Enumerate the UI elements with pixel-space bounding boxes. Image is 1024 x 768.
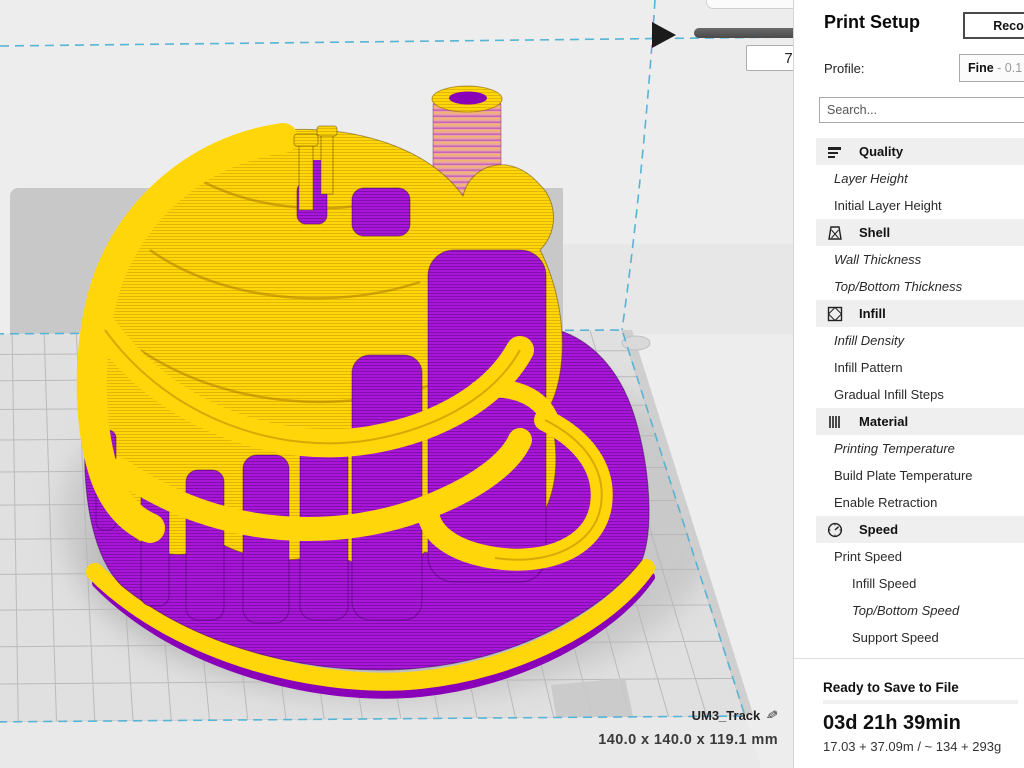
- setting-label: Gradual Infill Steps: [834, 387, 944, 402]
- panel-title: Print Setup: [824, 12, 920, 33]
- setting-label: Infill Density: [834, 333, 904, 348]
- profile-label: Profile:: [824, 61, 864, 76]
- model-name[interactable]: UM3_Track: [692, 708, 761, 723]
- setting-label: Layer Height: [834, 171, 908, 186]
- category-header-quality[interactable]: Quality: [816, 138, 1024, 165]
- setting-label: Printing Temperature: [834, 441, 955, 456]
- layer-slider[interactable]: [694, 28, 806, 38]
- setting-item-top-bottom-thickness[interactable]: Top/Bottom Thickness: [794, 273, 1024, 300]
- setting-item-print-speed[interactable]: Print Speed: [794, 543, 1024, 570]
- category-header-speed[interactable]: Speed: [816, 516, 1024, 543]
- pencil-icon[interactable]: ✎: [765, 707, 780, 725]
- scene-canvas: [0, 0, 793, 768]
- setting-item-top-bottom-speed[interactable]: Top/Bottom Speed: [794, 597, 1024, 624]
- model-dimensions: 140.0 x 140.0 x 119.1 mm: [420, 732, 778, 748]
- cura-print-setup-screen: { "colors": { "accent_blue": "#56b4d4", …: [0, 0, 1024, 768]
- setting-item-build-plate-temperature[interactable]: Build Plate Temperature: [794, 462, 1024, 489]
- setting-label: Build Plate Temperature: [834, 468, 973, 483]
- setting-item-layer-height[interactable]: Layer Height: [794, 165, 1024, 192]
- model-preview[interactable]: [84, 86, 650, 694]
- setting-label: Infill Speed: [852, 576, 916, 591]
- setting-label: Top/Bottom Speed: [852, 603, 959, 618]
- category-label: Shell: [859, 225, 890, 240]
- settings-list: Quality Layer Height Initial Layer Height S…: [794, 138, 1024, 651]
- setting-label: Infill Pattern: [834, 360, 903, 375]
- category-header-material[interactable]: Material: [816, 408, 1024, 435]
- category-header-infill[interactable]: Infill: [816, 300, 1024, 327]
- category-header-shell[interactable]: Shell: [816, 219, 1024, 246]
- progress-strip: [823, 700, 1018, 704]
- setting-item-printing-temperature[interactable]: Printing Temperature: [794, 435, 1024, 462]
- viewport-3d[interactable]: 79 UM3_Track✎ 140.0 x 140.0 x 119.1 mm: [0, 0, 793, 768]
- category-label: Infill: [859, 306, 886, 321]
- model-caption: UM3_Track ✎ 140.0 x 140.0 x 119.1 mm: [420, 708, 778, 748]
- setting-label: Initial Layer Height: [834, 198, 942, 213]
- setting-item-infill-density[interactable]: Infill Density: [794, 327, 1024, 354]
- setting-label: Enable Retraction: [834, 495, 937, 510]
- profile-value: Fine: [968, 61, 994, 75]
- setting-item-infill-pattern[interactable]: Infill Pattern: [794, 354, 1024, 381]
- speed-icon: [827, 522, 843, 538]
- search-input[interactable]: Search...: [819, 97, 1024, 123]
- material-estimate: 17.03 + 37.09m / ~ 134 + 293g: [823, 739, 1001, 754]
- profile-select[interactable]: Fine - 0.1: [959, 54, 1024, 82]
- setting-item-infill-speed[interactable]: Infill Speed: [794, 570, 1024, 597]
- setting-label: Support Speed: [852, 630, 939, 645]
- status-ready-text: Ready to Save to File: [823, 680, 959, 695]
- setting-label: Top/Bottom Thickness: [834, 279, 962, 294]
- print-setup-panel: Print Setup Recommended Profile: Fine - …: [793, 0, 1024, 768]
- category-label: Material: [859, 414, 908, 429]
- infill-icon: [827, 306, 843, 322]
- viewport-top-sliver: [706, 0, 794, 9]
- setting-item-initial-layer-height[interactable]: Initial Layer Height: [794, 192, 1024, 219]
- category-label: Quality: [859, 144, 903, 159]
- material-icon: [827, 414, 843, 430]
- setting-item-support-speed[interactable]: Support Speed: [794, 624, 1024, 651]
- setting-label: Print Speed: [834, 549, 902, 564]
- print-time-estimate: 03d 21h 39min: [823, 712, 961, 735]
- setting-label: Wall Thickness: [834, 252, 921, 267]
- category-label: Speed: [859, 522, 898, 537]
- shell-icon: [827, 225, 843, 241]
- setting-item-wall-thickness[interactable]: Wall Thickness: [794, 246, 1024, 273]
- layers-icon: [827, 144, 843, 160]
- play-layer-button[interactable]: [652, 22, 676, 48]
- recommended-mode-button[interactable]: Recommended: [963, 12, 1024, 39]
- setting-item-enable-retraction[interactable]: Enable Retraction: [794, 489, 1024, 516]
- setting-item-gradual-infill-steps[interactable]: Gradual Infill Steps: [794, 381, 1024, 408]
- panel-divider: [794, 658, 1024, 659]
- profile-value-suffix: - 0.1: [994, 61, 1023, 75]
